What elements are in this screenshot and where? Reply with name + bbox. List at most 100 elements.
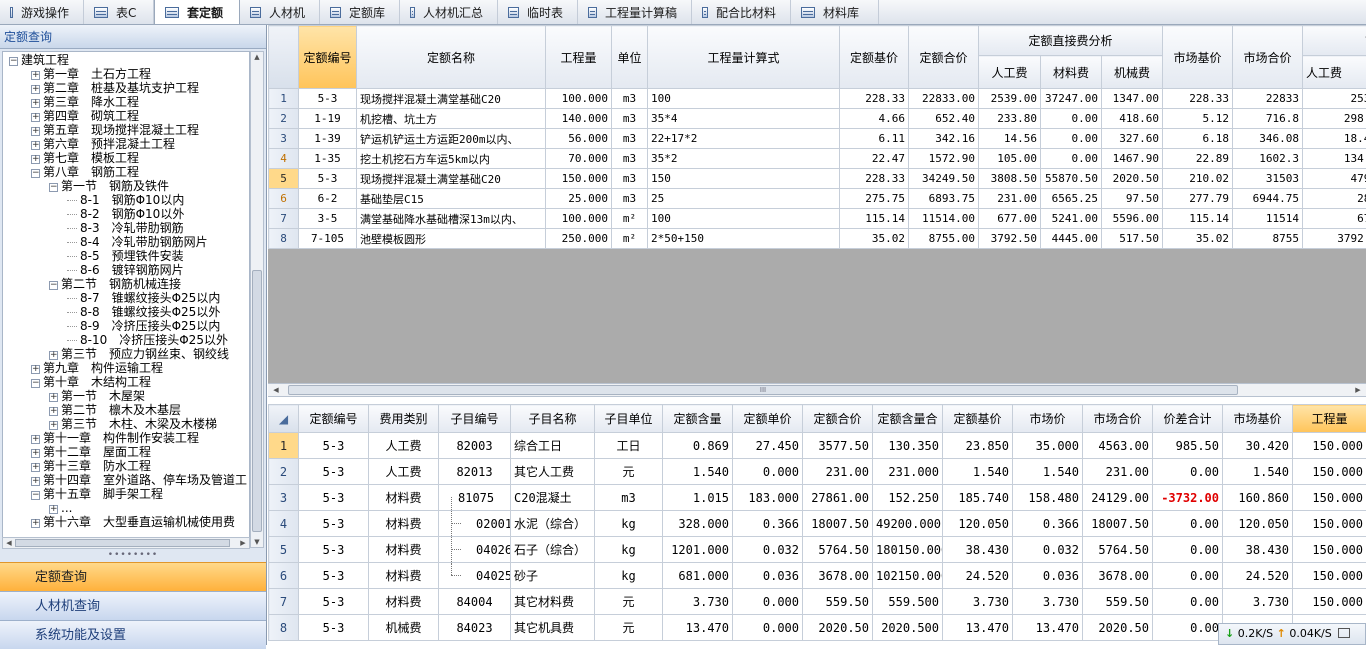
table-cell[interactable]: 1.540: [1223, 459, 1293, 485]
table-cell[interactable]: 4563.00: [1083, 433, 1153, 459]
table-cell[interactable]: 327.60: [1102, 129, 1163, 149]
table-cell[interactable]: 4794: [1303, 169, 1366, 189]
tree-node[interactable]: +第三章 降水工程: [31, 95, 139, 109]
tab-5[interactable]: 人材机汇总: [400, 0, 498, 24]
table-cell[interactable]: 277.79: [1163, 189, 1233, 209]
expand-icon[interactable]: +: [31, 365, 40, 374]
table-cell[interactable]: 985.50: [1153, 433, 1223, 459]
menu-grid-icon[interactable]: [1338, 628, 1350, 638]
table-cell[interactable]: 5-3: [299, 615, 369, 641]
table-cell[interactable]: 2020.50: [1102, 169, 1163, 189]
table-cell[interactable]: 1.540: [663, 459, 733, 485]
tree-node[interactable]: 8-4 冷轧带肋钢筋网片: [67, 235, 208, 249]
table-cell[interactable]: 130.350: [873, 433, 943, 459]
tree-node[interactable]: +第十六章 大型垂直运输机械使用费: [31, 515, 235, 529]
table-cell[interactable]: 152.250: [873, 485, 943, 511]
tree-node[interactable]: −第二节 钢筋机械连接: [49, 277, 181, 291]
col-header[interactable]: 工程量: [1293, 405, 1366, 433]
table-cell[interactable]: 1572.90: [909, 149, 979, 169]
tree-horizontal-scrollbar[interactable]: ◀ ▶: [2, 537, 250, 549]
tree-node[interactable]: +第十二章 屋面工程: [31, 445, 151, 459]
table-cell[interactable]: 0.000: [733, 615, 803, 641]
table-cell[interactable]: 183.000: [733, 485, 803, 511]
table-cell[interactable]: 517.50: [1102, 229, 1163, 249]
table-cell[interactable]: 56.000: [546, 129, 612, 149]
col-header-qty[interactable]: 工程量: [546, 26, 612, 89]
col-header-market-total[interactable]: 市场合价: [1233, 26, 1303, 89]
table-cell[interactable]: 38.430: [943, 537, 1013, 563]
row-number[interactable]: 7: [269, 209, 299, 229]
table-cell[interactable]: kg: [595, 511, 663, 537]
tree-node[interactable]: −第一节 钢筋及铁件: [49, 179, 169, 193]
table-cell[interactable]: C20混凝土: [511, 485, 595, 511]
table-cell[interactable]: 1-39: [299, 129, 357, 149]
table-cell[interactable]: 3678.00: [1083, 563, 1153, 589]
table-row[interactable]: 66-2基础垫层C1525.000m325275.756893.75231.00…: [269, 189, 1366, 209]
table-cell[interactable]: 0.869: [663, 433, 733, 459]
col-header[interactable]: 市场合价: [1083, 405, 1153, 433]
table-cell[interactable]: 机挖槽、坑土方: [357, 109, 546, 129]
table-cell[interactable]: 材料费: [369, 511, 439, 537]
row-number[interactable]: 2: [269, 109, 299, 129]
col-header-unit[interactable]: 单位: [612, 26, 648, 89]
table-cell[interactable]: 150.000: [1293, 485, 1366, 511]
table-cell[interactable]: 233.80: [979, 109, 1041, 129]
expand-icon[interactable]: +: [31, 435, 40, 444]
table-cell[interactable]: 1602.3: [1233, 149, 1303, 169]
table-cell[interactable]: 0.00: [1041, 129, 1102, 149]
table-cell[interactable]: 其它机具费: [511, 615, 595, 641]
collapse-icon[interactable]: −: [9, 57, 18, 66]
scroll-thumb[interactable]: [15, 539, 230, 547]
tree-node[interactable]: 8-5 预埋铁件安装: [67, 249, 184, 263]
scroll-thumb[interactable]: [252, 270, 262, 532]
table-cell[interactable]: 3792.50: [979, 229, 1041, 249]
table-cell[interactable]: 2*50+150: [648, 229, 840, 249]
expand-icon[interactable]: +: [31, 113, 40, 122]
table-cell[interactable]: 元: [595, 615, 663, 641]
table-row[interactable]: 85-3机械费84023其它机具费元13.4700.0002020.502020…: [269, 615, 1366, 641]
table-cell[interactable]: 5-3: [299, 563, 369, 589]
table-cell[interactable]: 158.480: [1013, 485, 1083, 511]
table-cell[interactable]: 231.00: [1083, 459, 1153, 485]
table-row[interactable]: 45-3材料费02001水泥（综合）kg328.0000.36618007.50…: [269, 511, 1366, 537]
table-cell[interactable]: 82013: [439, 459, 511, 485]
table-cell[interactable]: 35.02: [1163, 229, 1233, 249]
table-row[interactable]: 31-39铲运机铲运土方运距200m以内、56.000m322+17*26.11…: [269, 129, 1366, 149]
col-header-market-labor[interactable]: 人工费: [1303, 56, 1366, 89]
table-cell[interactable]: 100.000: [546, 89, 612, 109]
col-header-code[interactable]: 定额编号: [299, 26, 357, 89]
table-cell[interactable]: 14.56: [979, 129, 1041, 149]
tab-0[interactable]: 游戏操作: [0, 0, 84, 24]
table-cell[interactable]: 55870.50: [1041, 169, 1102, 189]
table-cell[interactable]: 1-35: [299, 149, 357, 169]
table-cell[interactable]: 砂子: [511, 563, 595, 589]
collapse-icon[interactable]: −: [49, 281, 58, 290]
table-cell[interactable]: 27861.00: [803, 485, 873, 511]
table-cell[interactable]: 5.12: [1163, 109, 1233, 129]
table-cell[interactable]: 3.730: [943, 589, 1013, 615]
table-cell[interactable]: m3: [612, 109, 648, 129]
table-cell[interactable]: 35*4: [648, 109, 840, 129]
table-row[interactable]: 41-35挖土机挖石方车运5km以内70.000m335*222.471572.…: [269, 149, 1366, 169]
scroll-up-icon[interactable]: ▲: [251, 52, 263, 62]
scroll-down-icon[interactable]: ▼: [251, 537, 263, 547]
table-cell[interactable]: 342.16: [909, 129, 979, 149]
table-cell[interactable]: 3.730: [1223, 589, 1293, 615]
tree-node[interactable]: +第十一章 构件制作安装工程: [31, 431, 199, 445]
tree-node[interactable]: −第八章 钢筋工程: [31, 165, 139, 179]
col-header[interactable]: 子目编号: [439, 405, 511, 433]
table-row[interactable]: 55-3材料费04026石子（综合）kg1201.0000.0325764.50…: [269, 537, 1366, 563]
tab-8[interactable]: 配合比材料: [692, 0, 791, 24]
table-cell[interactable]: 100.000: [546, 209, 612, 229]
col-header-market-base[interactable]: 市场基价: [1163, 26, 1233, 89]
expand-icon[interactable]: +: [49, 421, 58, 430]
table-cell[interactable]: 38.430: [1223, 537, 1293, 563]
table-cell[interactable]: 1.540: [1013, 459, 1083, 485]
table-cell[interactable]: 346.08: [1233, 129, 1303, 149]
table-cell[interactable]: 180150.000: [873, 537, 943, 563]
table-cell[interactable]: 652.40: [909, 109, 979, 129]
col-header[interactable]: 市场价: [1013, 405, 1083, 433]
table-cell[interactable]: 115.14: [1163, 209, 1233, 229]
table-cell[interactable]: 0.00: [1153, 615, 1223, 641]
col-header[interactable]: 价差合计: [1153, 405, 1223, 433]
